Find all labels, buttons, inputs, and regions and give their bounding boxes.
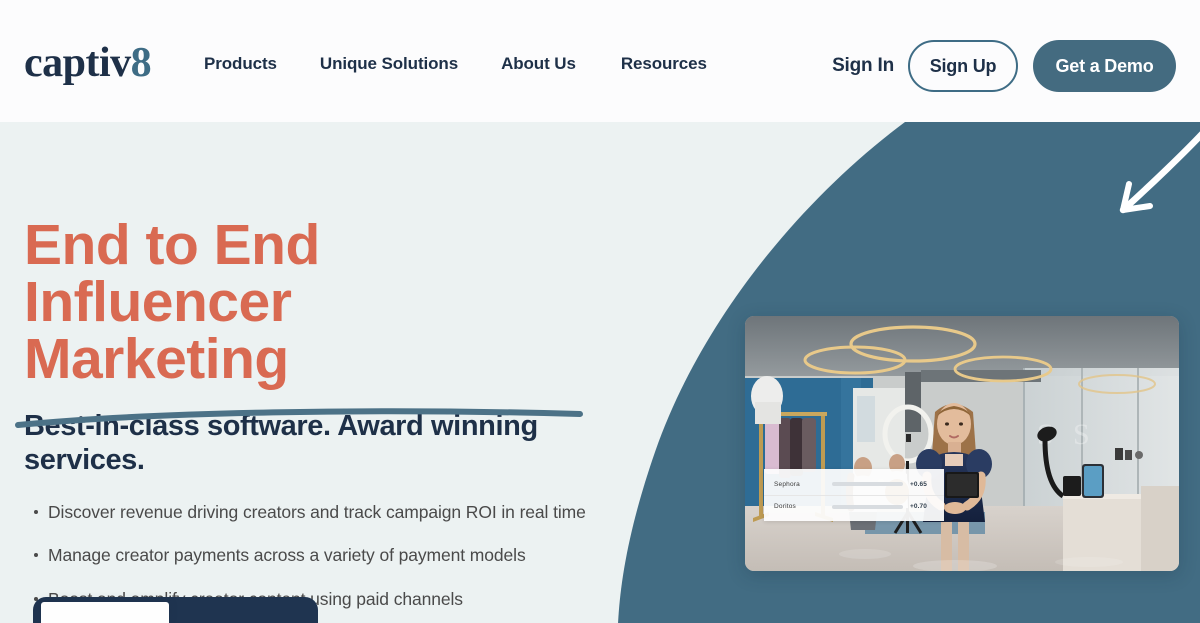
logo-eight-glyph: 8	[130, 40, 152, 86]
sign-up-button[interactable]: Sign Up	[908, 40, 1018, 92]
header-actions: Sign In Sign Up Get a Demo	[832, 40, 1176, 92]
hero-headline: End to End Influencer Marketing	[24, 213, 320, 391]
hand-drawn-arrow-icon	[1119, 131, 1200, 214]
brand-lift-overlay-panel: Sephora +0.65 Doritos +0.70	[764, 469, 944, 521]
site-header: captiv8 Products Unique Solutions About …	[0, 0, 1200, 122]
nav-item-unique-solutions[interactable]: Unique Solutions	[320, 54, 458, 74]
lift-value: +0.70	[910, 503, 927, 510]
studio-scene-image: S S	[745, 316, 1179, 571]
progress-track	[832, 504, 903, 509]
hero-copy: End to End Influencer Marketing Best-in-…	[15, 213, 624, 623]
hero-subheadline: Best-in-class software. Award winning se…	[24, 410, 538, 476]
progress-track	[832, 482, 903, 486]
hero-section: End to End Influencer Marketing Best-in-…	[0, 122, 1200, 623]
logo-wordmark: captiv	[24, 40, 131, 86]
brand-name: Doritos	[774, 503, 796, 510]
nav-item-about-us[interactable]: About Us	[501, 54, 576, 74]
table-row: Sephora +0.65	[764, 473, 944, 495]
main-navigation: Products Unique Solutions About Us Resou…	[204, 54, 707, 74]
get-a-demo-button[interactable]: Get a Demo	[1033, 40, 1176, 92]
nav-item-products[interactable]: Products	[204, 54, 277, 74]
header-inner: captiv8 Products Unique Solutions About …	[0, 0, 1200, 122]
svg-text:S: S	[1073, 418, 1090, 451]
sign-in-link[interactable]: Sign In	[832, 55, 894, 77]
bottom-white-card-peek	[41, 602, 169, 623]
captiv8-logo[interactable]: captiv8	[24, 40, 152, 86]
table-row: Doritos +0.70	[764, 495, 944, 517]
lift-value: +0.65	[910, 480, 927, 488]
nav-item-resources[interactable]: Resources	[621, 54, 707, 74]
hero-video-card[interactable]: S Sephora +0.65 Doritos +0.70	[745, 316, 1179, 571]
list-item: Manage creator payments across a variety…	[24, 545, 624, 566]
list-item: Discover revenue driving creators and tr…	[24, 502, 624, 523]
landing-page: captiv8 Products Unique Solutions About …	[0, 0, 1200, 623]
brand-name: Sephora	[774, 480, 800, 488]
